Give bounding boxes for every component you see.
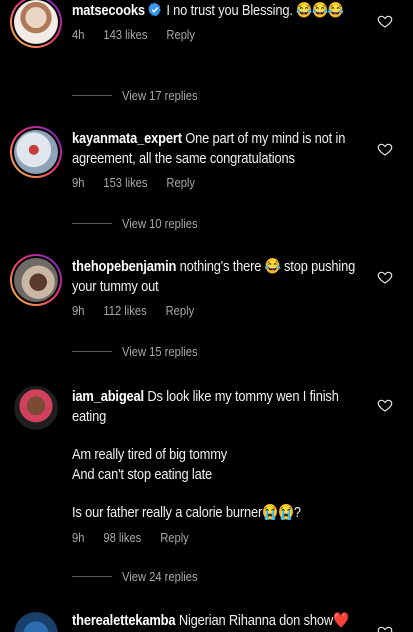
view-replies-button[interactable]: View 10 replies <box>72 216 210 231</box>
view-replies-button[interactable]: View 15 replies <box>72 344 210 359</box>
comment-time: 4h <box>72 27 85 42</box>
comment-likes[interactable]: 98 likes <box>103 530 141 545</box>
heart-outline-icon[interactable] <box>377 141 393 157</box>
comment-likes[interactable]: 153 likes <box>103 175 147 190</box>
verified-badge-icon <box>148 2 161 17</box>
avatar[interactable] <box>10 126 62 178</box>
comment-text: And can't stop eating late <box>72 466 212 483</box>
reply-button[interactable]: Reply <box>166 27 195 42</box>
view-replies-button[interactable]: View 17 replies <box>72 88 210 103</box>
comment-username[interactable]: therealettekamba <box>72 612 176 629</box>
heart-outline-icon[interactable] <box>377 397 393 413</box>
avatar[interactable] <box>10 0 62 48</box>
comment-text: Is our father really a calorie burner😭😭? <box>72 504 301 521</box>
view-replies-button[interactable]: View 24 replies <box>72 569 210 584</box>
avatar[interactable] <box>10 254 62 306</box>
comment-text: Am really tired of big tommy <box>72 446 228 463</box>
comments-list: { "comments": [ { "username": "matsecook… <box>0 0 413 632</box>
reply-button[interactable]: Reply <box>160 530 189 545</box>
comment-time: 9h <box>72 175 85 190</box>
comment-username[interactable]: matsecooks <box>72 2 145 19</box>
comment-text: Nigerian Rihanna don show❤️ <box>178 612 349 629</box>
avatar[interactable] <box>14 612 58 632</box>
reply-button[interactable]: Reply <box>166 303 195 318</box>
reply-button[interactable]: Reply <box>166 175 195 190</box>
comment-likes[interactable]: 112 likes <box>103 303 146 318</box>
comment-username[interactable]: kayanmata_expert <box>72 130 182 147</box>
comment-text: I no trust you Blessing. 😂😂😂 <box>166 2 344 19</box>
heart-outline-icon[interactable] <box>377 269 393 285</box>
avatar[interactable] <box>14 386 58 430</box>
heart-outline-icon[interactable] <box>377 13 393 29</box>
comment-time: 9h <box>72 303 85 318</box>
heart-outline-icon[interactable] <box>377 624 393 632</box>
comment-username[interactable]: iam_abigeal <box>72 388 144 405</box>
comment-username[interactable]: thehopebenjamin <box>72 258 176 275</box>
comment-time: 9h <box>72 530 85 545</box>
comment-likes[interactable]: 143 likes <box>103 27 147 42</box>
